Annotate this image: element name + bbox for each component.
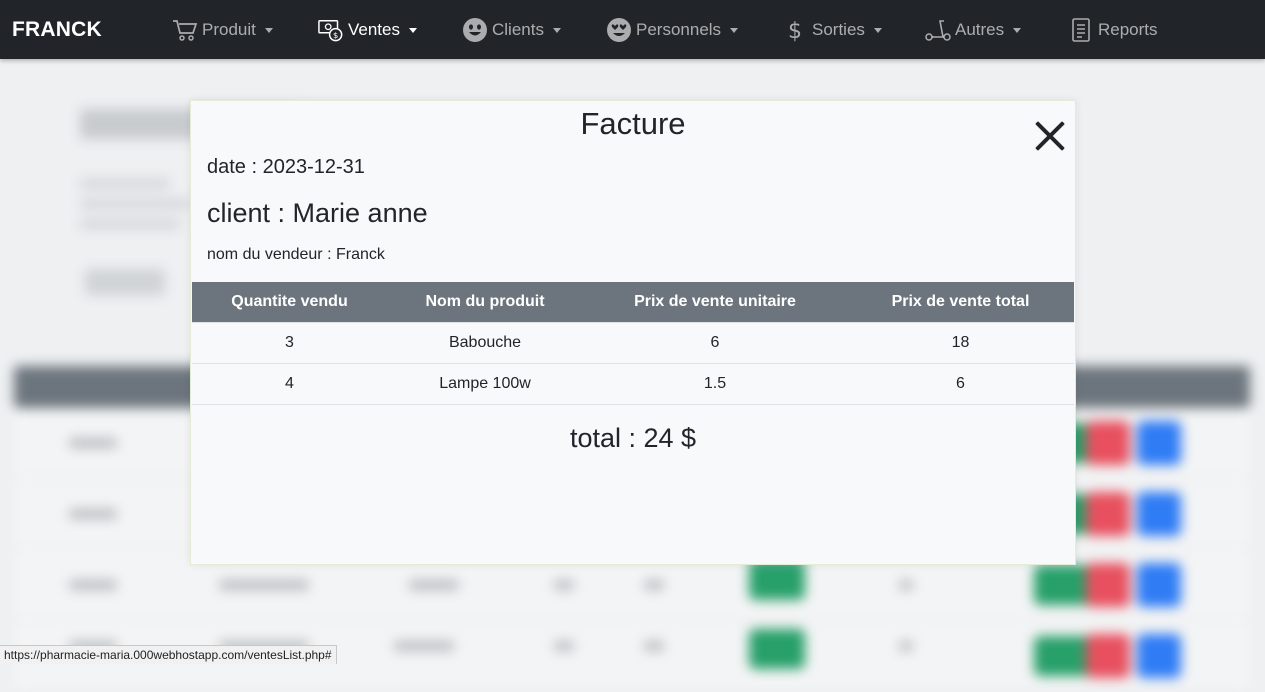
nav-autres-label: Autres (955, 19, 1005, 39)
nav-sorties-label: Sorties (812, 19, 865, 39)
smiley-icon (462, 17, 488, 43)
brand-logo[interactable]: FRANCK (12, 18, 172, 42)
link-status-bar: https://pharmacie-maria.000webhostapp.co… (0, 645, 337, 664)
nav-clients-label: Clients (492, 19, 544, 39)
nav-personnels[interactable]: Personnels (606, 0, 739, 59)
nav-produit-label: Produit (202, 19, 256, 39)
product-name-cell: Lampe 100w (387, 363, 583, 405)
nav-produit[interactable]: Produit (172, 0, 273, 59)
chevron-down-icon (873, 28, 882, 33)
invoice-client: client : Marie anne (207, 198, 428, 228)
invoice-table: Quantite vendu Nom du produit Prix de ve… (192, 282, 1074, 405)
nav-autres[interactable]: Autres (925, 0, 1022, 59)
total-price-cell: 6 (847, 363, 1074, 405)
dollar-icon: $ (782, 17, 808, 43)
invoice-seller: nom du vendeur : Franck (207, 246, 385, 263)
chevron-down-icon (730, 28, 739, 33)
column-header: Quantite vendu (192, 282, 387, 323)
unit-price-cell: 6 (583, 322, 847, 364)
table-row: 3 Babouche 6 18 (192, 322, 1074, 364)
chevron-down-icon (409, 28, 417, 33)
chevron-down-icon (264, 28, 273, 33)
invoice-modal: Facture date : 2023-12-31 client : Marie… (190, 100, 1076, 565)
nav-ventes[interactable]: $ Ventes (318, 0, 417, 59)
modal-title: Facture (580, 106, 686, 141)
top-navbar: FRANCK Produit $ Ventes Clients Personne… (0, 0, 1265, 59)
scooter-icon (925, 17, 951, 43)
invoice-total: total : 24 $ (569, 423, 697, 453)
cart-icon (172, 17, 198, 43)
nav-sorties[interactable]: $ Sorties (782, 0, 882, 59)
table-row: 4 Lampe 100w 1.5 6 (192, 363, 1074, 405)
nav-reports-label: Reports (1098, 19, 1158, 39)
svg-text:$: $ (788, 19, 802, 43)
column-header: Nom du produit (387, 282, 583, 323)
nav-clients[interactable]: Clients (462, 0, 561, 59)
money-icon: $ (318, 17, 344, 43)
invoice-date: date : 2023-12-31 (207, 156, 365, 178)
nav-personnels-label: Personnels (636, 19, 722, 39)
table-header-row: Quantite vendu Nom du produit Prix de ve… (192, 282, 1074, 323)
chevron-down-icon (552, 28, 561, 33)
nav-reports[interactable]: Reports (1068, 0, 1158, 59)
column-header: Prix de vente total (847, 282, 1074, 323)
document-icon (1068, 17, 1094, 43)
svg-text:$: $ (333, 29, 338, 39)
heart-eyes-icon (606, 17, 632, 43)
background-button (85, 269, 165, 295)
quantity-cell: 4 (192, 363, 387, 405)
chevron-down-icon (1013, 28, 1022, 33)
product-name-cell: Babouche (387, 322, 583, 364)
total-price-cell: 18 (847, 322, 1074, 364)
nav-ventes-label: Ventes (348, 19, 400, 39)
unit-price-cell: 1.5 (583, 363, 847, 405)
column-header: Prix de vente unitaire (583, 282, 847, 323)
close-icon[interactable] (1033, 119, 1067, 153)
quantity-cell: 3 (192, 322, 387, 364)
